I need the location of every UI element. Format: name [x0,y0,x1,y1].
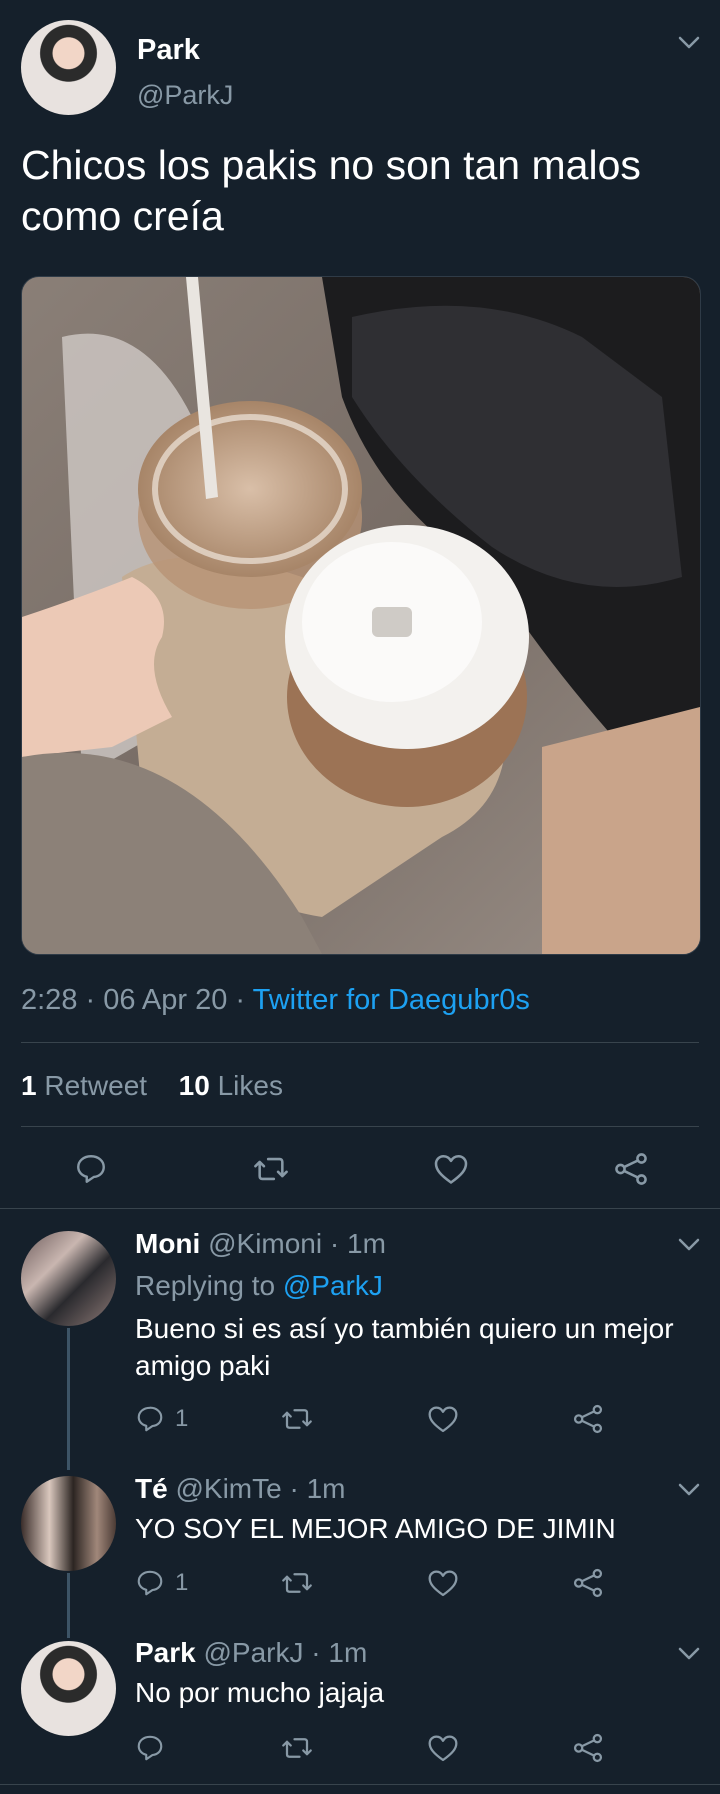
share-icon[interactable] [572,1568,604,1598]
author-name[interactable]: Park [137,34,200,67]
share-icon[interactable] [613,1152,649,1186]
like-label[interactable]: Likes [218,1070,283,1101]
retweet-label[interactable]: Retweet [44,1070,147,1101]
reply-author-handle[interactable]: @ParkJ [204,1637,304,1668]
reply-author-name[interactable]: Té [135,1473,168,1504]
reply-text: No por mucho jajaja [135,1677,385,1708]
retweet-count[interactable]: 1 [21,1070,37,1101]
reply-header: Moni @Kimoni · 1m [135,1228,386,1260]
replying-to-prefix: Replying to [135,1270,283,1301]
reply-icon[interactable] [74,1152,108,1186]
replying-to: Replying to @ParkJ [135,1270,383,1302]
retweet-icon[interactable] [280,1404,314,1434]
reply-count: 1 [175,1405,189,1432]
reply-author-name[interactable]: Moni [135,1228,200,1259]
reply-header: Park @ParkJ · 1m [135,1637,367,1669]
divider [0,1208,720,1209]
reply-author-name[interactable]: Park [135,1637,196,1668]
share-icon[interactable] [572,1404,604,1434]
like-icon[interactable] [427,1568,459,1598]
reply-text: Bueno si es así yo también quiero un mej… [135,1313,674,1381]
reply-count: 1 [175,1569,189,1596]
reply-header: Té @KimTe · 1m [135,1473,345,1505]
reply-icon[interactable] [135,1568,165,1598]
reply-icon[interactable] [135,1404,165,1434]
tweet-text: Chicos los pakis no son tan malos como c… [21,142,641,239]
divider [21,1126,699,1127]
reply-author-handle[interactable]: @KimTe [175,1473,281,1504]
reply-avatar[interactable] [21,1231,116,1326]
share-icon[interactable] [572,1733,604,1763]
thread-line [67,1328,70,1470]
retweet-icon[interactable] [280,1568,314,1598]
like-icon[interactable] [433,1152,469,1186]
reply-avatar[interactable] [21,1476,116,1571]
like-icon[interactable] [427,1404,459,1434]
reply-avatar[interactable] [21,1641,116,1736]
tweet-source[interactable]: Twitter for Daegubr0s [253,984,530,1016]
reply-text: YO SOY EL MEJOR AMIGO DE JIMIN [135,1513,616,1544]
reply-button[interactable] [135,1733,175,1763]
tweet-timestamp: 2:28 · 06 Apr 20 · [21,984,253,1016]
reply-time: · 1m [303,1637,368,1668]
thread-line [67,1573,70,1638]
reply-author-handle[interactable]: @Kimoni [208,1228,322,1259]
reply-time: · 1m [322,1228,386,1259]
author-avatar[interactable] [21,20,116,115]
engagement-counts: 1 Retweet 10 Likes [21,1070,283,1102]
chevron-down-icon[interactable] [678,1483,700,1497]
divider [21,1042,699,1043]
chevron-down-icon[interactable] [678,1238,700,1252]
like-icon[interactable] [427,1733,459,1763]
retweet-icon[interactable] [280,1733,314,1763]
tweet-meta: 2:28 · 06 Apr 20 · Twitter for Daegubr0s [21,984,530,1017]
chevron-down-icon[interactable] [678,1647,700,1661]
reply-button[interactable]: 1 [135,1404,188,1434]
author-handle[interactable]: @ParkJ [137,80,233,111]
reply-button[interactable]: 1 [135,1568,188,1598]
replying-to-handle[interactable]: @ParkJ [283,1270,383,1301]
reply-time: · 1m [281,1473,346,1504]
reply-icon[interactable] [135,1733,165,1763]
chevron-down-icon[interactable] [678,36,700,50]
tweet-photo[interactable] [21,276,701,955]
divider [0,1784,720,1785]
retweet-icon[interactable] [252,1152,290,1186]
like-count[interactable]: 10 [179,1070,210,1101]
